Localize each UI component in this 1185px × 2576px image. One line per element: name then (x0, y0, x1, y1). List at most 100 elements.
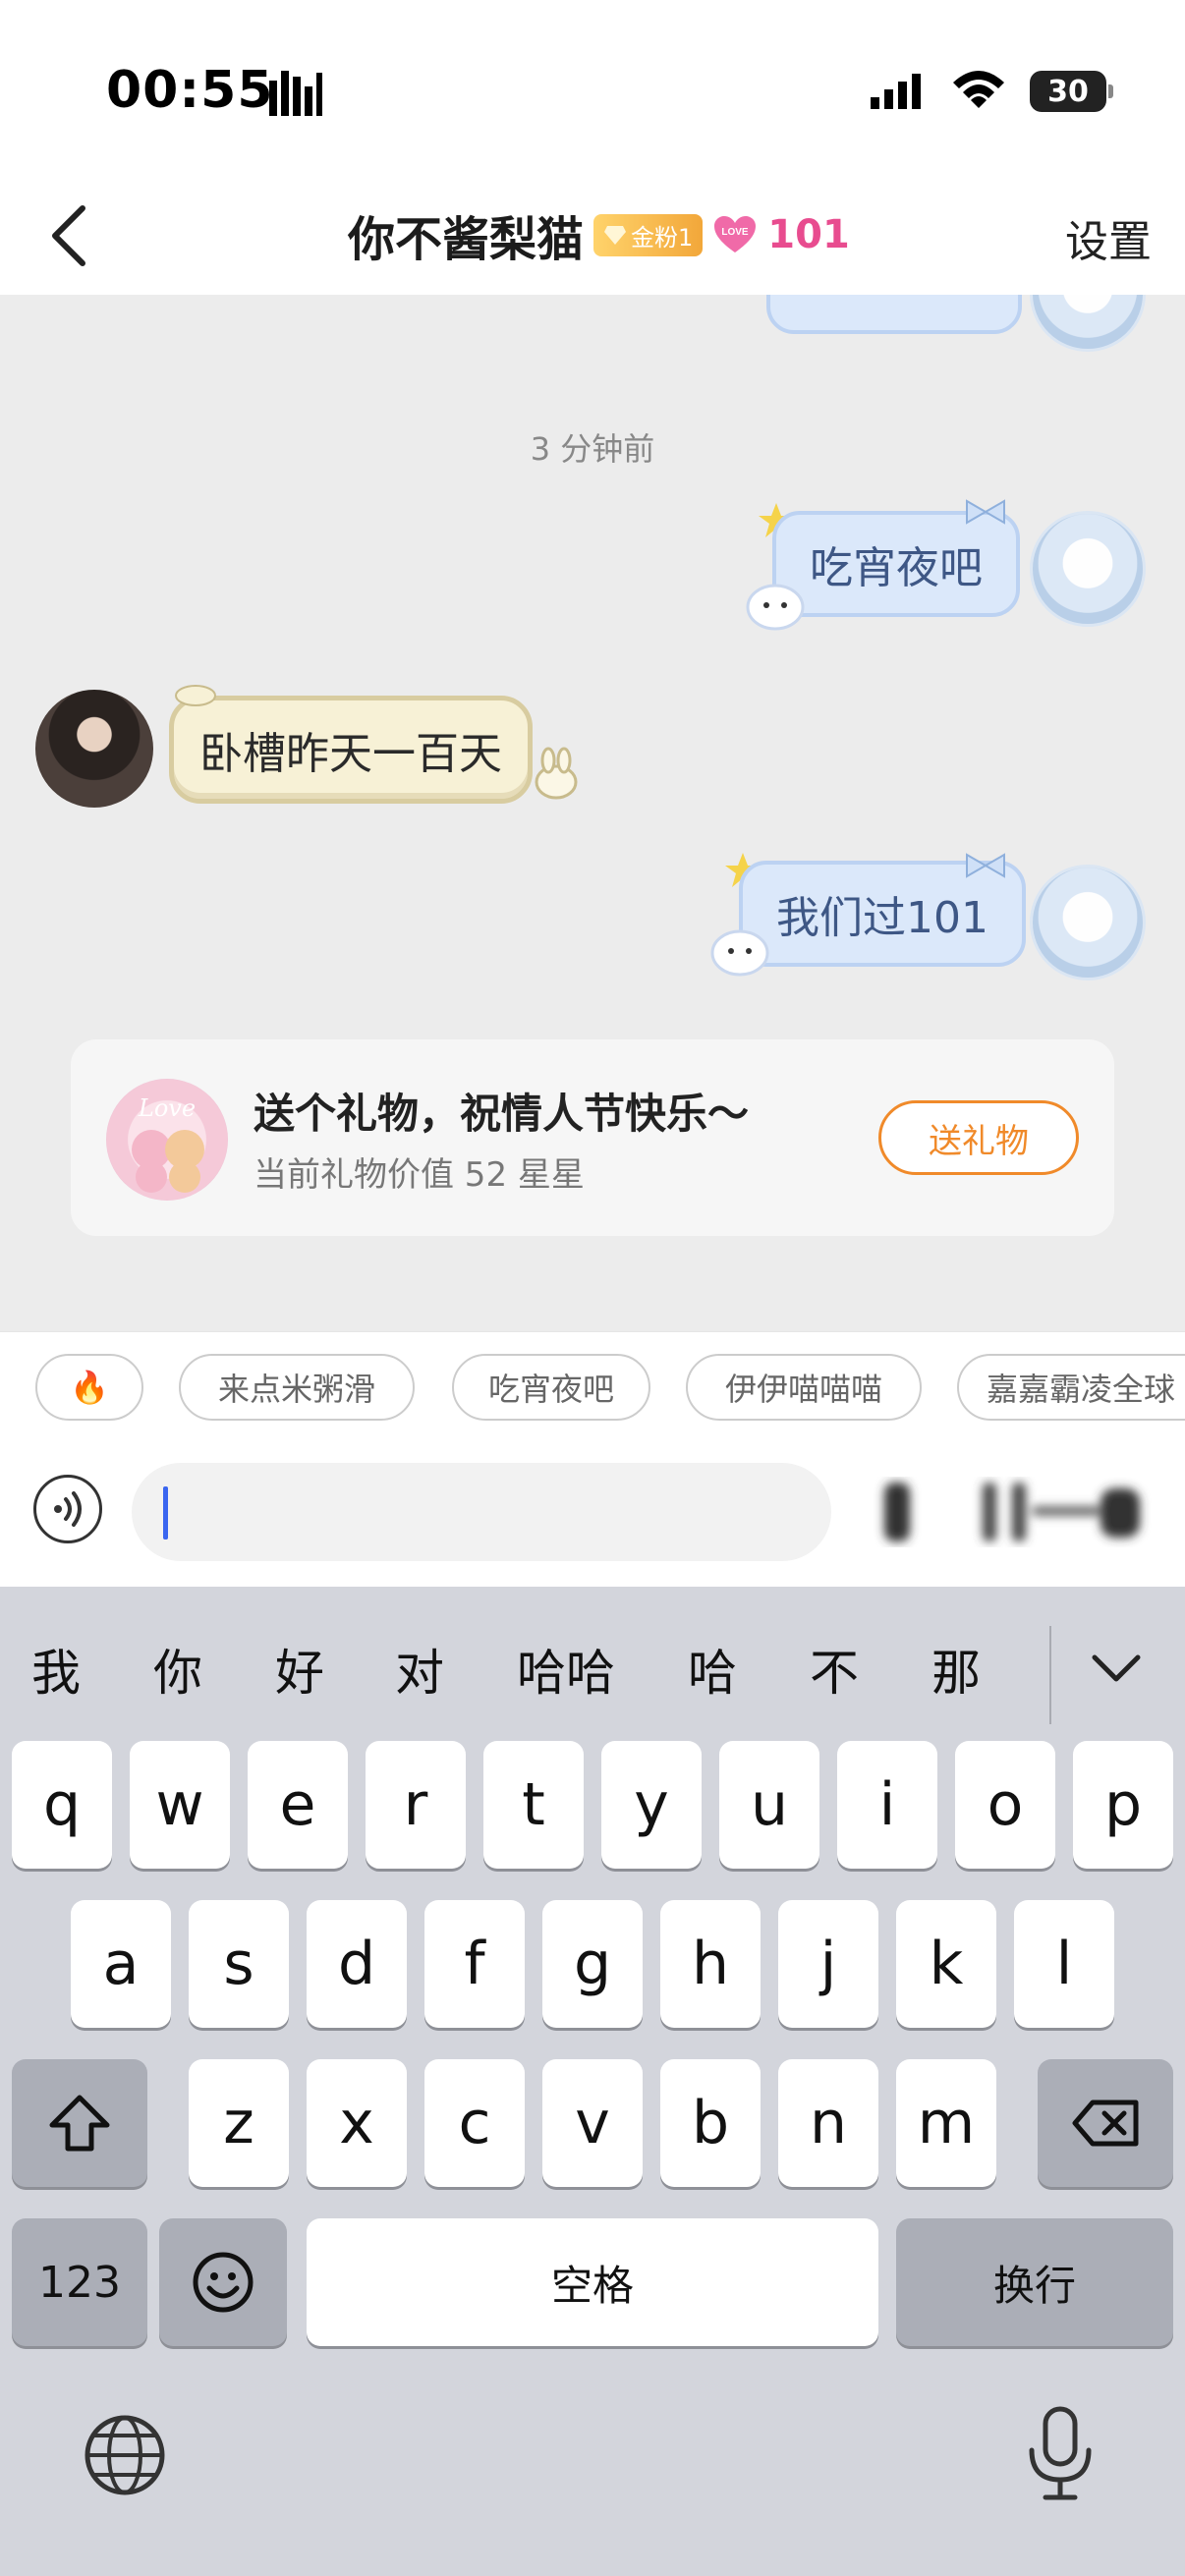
key-x[interactable]: x (307, 2059, 407, 2187)
cellular-signal-icon (871, 74, 921, 109)
bunny-decoration-icon (535, 747, 578, 800)
emoji-key[interactable] (159, 2218, 287, 2346)
bow-decoration-icon (966, 853, 1005, 878)
message-bubble[interactable]: 卧槽昨天一百天 (169, 696, 533, 804)
key-f[interactable]: f (424, 1900, 525, 2028)
candidate-bar: 我 你 好 对 哈哈 哈 不 那 (0, 1587, 1185, 1744)
love-heart-icon: LOVE (714, 216, 757, 252)
quick-reply-fire[interactable]: 🔥 (35, 1354, 143, 1421)
candidate-word[interactable]: 哈哈 (517, 1634, 615, 1705)
key-k[interactable]: k (896, 1900, 996, 2028)
wifi-icon (953, 71, 1004, 108)
my-avatar-top (1030, 295, 1146, 352)
quick-reply-bar[interactable]: 🔥 来点米粥滑 吃宵夜吧 伊伊喵喵喵 嘉嘉霸凌全球 (0, 1331, 1185, 1441)
contact-avatar[interactable] (35, 690, 153, 808)
battery-icon: 30 (1030, 71, 1113, 112)
candidate-word[interactable]: 不 (810, 1634, 859, 1705)
return-key[interactable]: 换行 (896, 2218, 1173, 2346)
key-v[interactable]: v (542, 2059, 643, 2187)
key-a[interactable]: a (71, 1900, 171, 2028)
key-w[interactable]: w (130, 1741, 230, 1869)
key-s[interactable]: s (189, 1900, 289, 2028)
key-l[interactable]: l (1014, 1900, 1114, 2028)
key-c[interactable]: c (424, 2059, 525, 2187)
key-y[interactable]: y (601, 1741, 702, 1869)
candidate-word[interactable]: 哈 (688, 1634, 737, 1705)
settings-button[interactable]: 设置 (1065, 206, 1152, 269)
key-q[interactable]: q (12, 1741, 112, 1869)
key-h[interactable]: h (660, 1900, 761, 2028)
voice-input-button[interactable] (33, 1475, 102, 1543)
key-p[interactable]: p (1073, 1741, 1173, 1869)
chat-area[interactable]: 3 分钟前 吃宵夜吧 卧槽昨天一百天 我们过101 Love 送个礼物，祝情人节… (0, 295, 1185, 1331)
input-row (0, 1441, 1185, 1587)
cloud-decoration-icon (175, 685, 216, 706)
key-i[interactable]: i (837, 1741, 937, 1869)
key-g[interactable]: g (542, 1900, 643, 2028)
candidate-word[interactable]: 那 (931, 1634, 981, 1705)
puppy-decoration-icon (710, 929, 769, 977)
diamond-icon (604, 226, 627, 245)
gift-title: 送个礼物，祝情人节快乐～ (254, 1090, 750, 1138)
shift-arrow-icon (49, 2095, 110, 2152)
candidate-word[interactable]: 对 (395, 1634, 444, 1705)
my-avatar[interactable] (1030, 865, 1146, 980)
love-badge-label: LOVE (722, 227, 750, 238)
status-bar: 00:55 30 (0, 0, 1185, 177)
backspace-icon (1072, 2100, 1139, 2147)
fan-badge-label: 金粉1 (631, 223, 694, 252)
key-b[interactable]: b (660, 2059, 761, 2187)
previous-message-bubble (766, 295, 1022, 334)
space-key[interactable]: 空格 (307, 2218, 878, 2346)
key-z[interactable]: z (189, 2059, 289, 2187)
gift-image-label: Love (138, 1094, 196, 1122)
numbers-key[interactable]: 123 (12, 2218, 147, 2346)
title-group[interactable]: 你不酱梨猫 金粉1 LOVE 101 (348, 200, 850, 269)
globe-icon[interactable] (81, 2411, 169, 2499)
chevron-left-icon (52, 205, 85, 266)
teddy-bears-icon: Love (132, 1094, 204, 1193)
gift-card: Love 送个礼物，祝情人节快乐～ 当前礼物价值 52 星星 送礼物 (71, 1039, 1114, 1236)
key-t[interactable]: t (483, 1741, 584, 1869)
quick-reply-chip[interactable]: 伊伊喵喵喵 (686, 1354, 922, 1421)
key-o[interactable]: o (955, 1741, 1055, 1869)
fan-level-badge: 金粉1 (593, 213, 704, 256)
candidate-word[interactable]: 你 (153, 1634, 202, 1705)
key-u[interactable]: u (719, 1741, 819, 1869)
love-count: 101 (767, 212, 850, 257)
microphone-icon[interactable] (1016, 2405, 1104, 2503)
quick-reply-chip[interactable]: 嘉嘉霸凌全球 (957, 1354, 1185, 1421)
sound-wave-icon (54, 1491, 82, 1527)
shift-key[interactable] (12, 2059, 147, 2187)
gift-subtitle: 当前礼物价值 52 星星 (254, 1155, 585, 1195)
gift-image: Love (106, 1079, 228, 1201)
message-input[interactable] (132, 1463, 831, 1561)
key-d[interactable]: d (307, 1900, 407, 2028)
send-gift-button[interactable]: 送礼物 (878, 1100, 1079, 1175)
candidate-word[interactable]: 好 (275, 1634, 324, 1705)
key-m[interactable]: m (896, 2059, 996, 2187)
key-e[interactable]: e (248, 1741, 348, 1869)
chevron-down-icon[interactable] (1087, 1638, 1146, 1697)
message-text: 我们过101 (776, 893, 988, 943)
message-text: 卧槽昨天一百天 (199, 729, 502, 779)
text-caret (163, 1486, 168, 1540)
my-avatar[interactable] (1030, 511, 1146, 627)
quick-reply-chip[interactable]: 来点米粥滑 (179, 1354, 415, 1421)
status-icons: 30 (869, 71, 1113, 112)
blurred-toolbar-icons[interactable] (865, 1471, 1159, 1549)
back-button[interactable] (29, 196, 108, 275)
bow-decoration-icon (966, 499, 1005, 525)
emoji-smile-icon (193, 2252, 254, 2313)
delete-key[interactable] (1038, 2059, 1173, 2187)
page-title: 你不酱梨猫 (348, 212, 585, 267)
key-n[interactable]: n (778, 2059, 878, 2187)
key-r[interactable]: r (366, 1741, 466, 1869)
timestamp: 3 分钟前 (530, 430, 655, 468)
quick-reply-chip[interactable]: 吃宵夜吧 (452, 1354, 650, 1421)
sim-card-icon (269, 71, 322, 116)
chat-header: 你不酱梨猫 金粉1 LOVE 101 设置 (0, 177, 1185, 295)
puppy-decoration-icon (746, 584, 805, 631)
candidate-word[interactable]: 我 (31, 1634, 81, 1705)
key-j[interactable]: j (778, 1900, 878, 2028)
